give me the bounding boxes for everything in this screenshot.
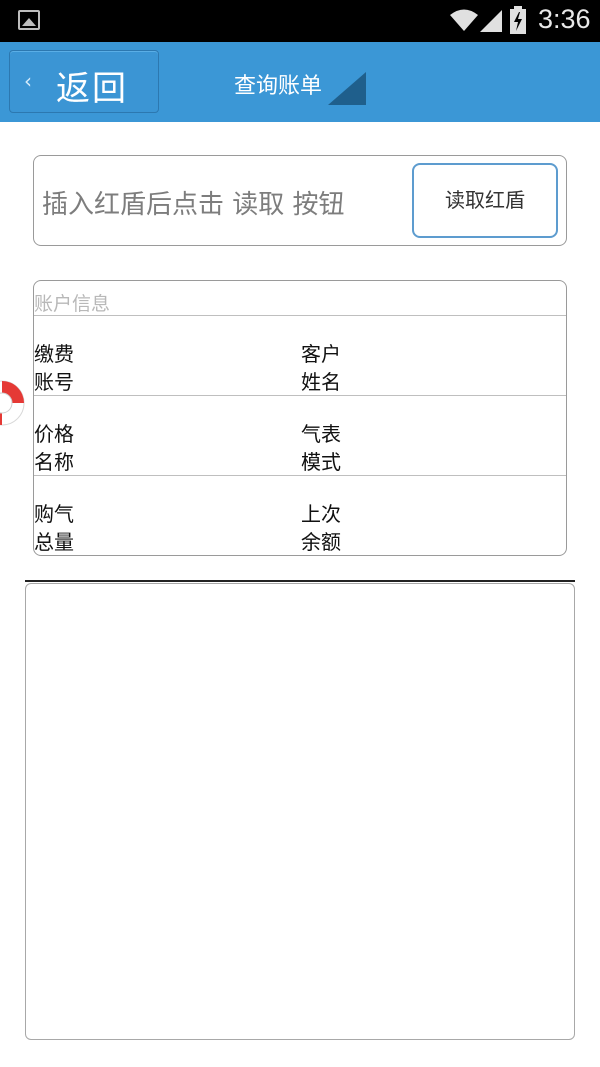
read-card-button[interactable]: 读取红盾 — [412, 163, 558, 238]
back-button[interactable]: ‹ 返回 — [9, 50, 159, 113]
signal-icon — [480, 10, 502, 32]
label-line: 购气 — [34, 502, 74, 526]
wifi-icon — [450, 9, 478, 31]
label-line: 总量 — [34, 530, 74, 554]
label-line: 姓名 — [301, 370, 341, 394]
label-line: 气表 — [301, 422, 341, 446]
label-line: 账号 — [34, 370, 74, 394]
label-line: 模式 — [301, 450, 341, 474]
divider — [34, 395, 566, 396]
label-line: 缴费 — [34, 342, 74, 366]
page-title: 查询账单 — [234, 74, 323, 99]
clock: 3:36 — [538, 4, 591, 34]
label-line: 余额 — [301, 530, 341, 554]
image-notification-icon — [18, 10, 40, 30]
account-info-title: 账户信息 — [34, 293, 111, 315]
label-line: 价格 — [34, 422, 74, 446]
label-line: 名称 — [34, 450, 74, 474]
divider — [34, 475, 566, 476]
result-area — [25, 583, 575, 1040]
price-name-label: 价格 名称 — [34, 420, 94, 476]
total-gas-label: 购气 总量 — [34, 500, 94, 555]
account-info-panel: 账户信息 缴费 账号 客户 姓名 价格 名称 气表 模式 购气 总量 上次 余额 — [33, 280, 567, 556]
dropdown-corner-icon[interactable] — [328, 72, 366, 105]
lifebuoy-icon[interactable] — [0, 375, 32, 431]
read-card-hint: 插入红盾后点击 读取 按钮 — [42, 190, 345, 220]
customer-name-label: 客户 姓名 — [301, 340, 361, 396]
label-line: 客户 — [301, 342, 341, 366]
read-card-panel: 插入红盾后点击 读取 按钮 读取红盾 — [33, 155, 567, 246]
label-line: 上次 — [301, 502, 341, 526]
back-label: 返回 — [56, 69, 128, 109]
meter-mode-label: 气表 模式 — [301, 420, 361, 476]
payment-account-label: 缴费 账号 — [34, 340, 94, 396]
last-balance-label: 上次 余额 — [301, 500, 361, 555]
divider — [25, 580, 575, 582]
chevron-left-icon: ‹ — [24, 69, 32, 93]
app-bar: ‹ 返回 查询账单 — [0, 42, 600, 122]
divider — [34, 315, 566, 316]
battery-icon — [510, 6, 526, 34]
status-bar: 3:36 — [0, 0, 600, 42]
